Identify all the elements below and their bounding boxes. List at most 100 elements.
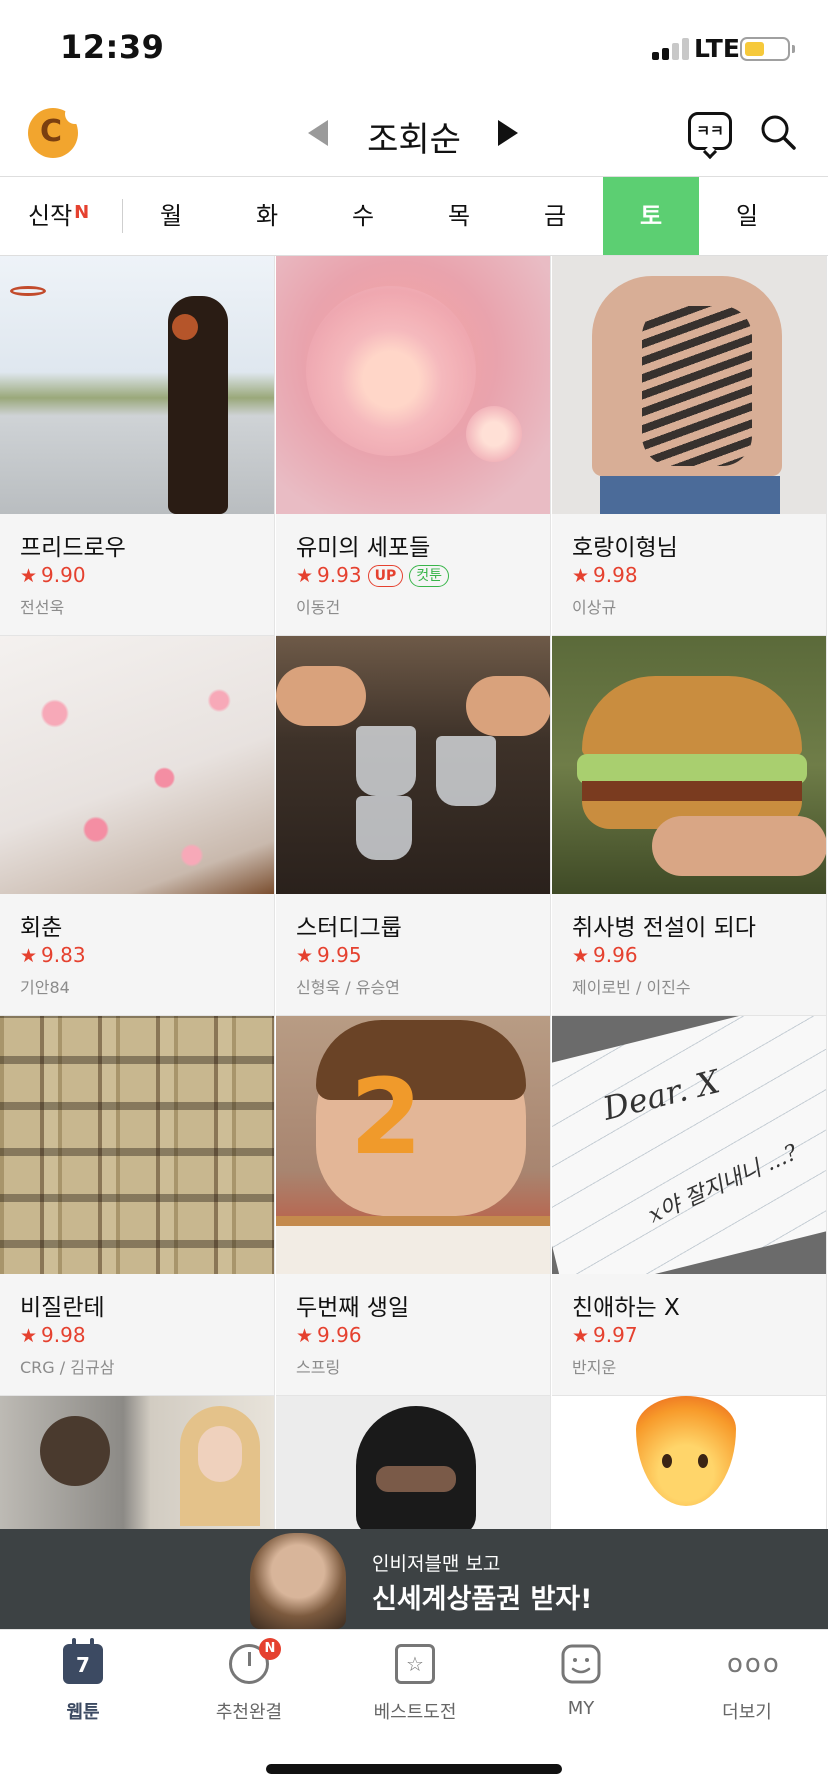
webtoon-title: 친애하는 X bbox=[572, 1295, 680, 1321]
tab-mon-next[interactable]: 월 bbox=[795, 177, 828, 255]
home-indicator[interactable] bbox=[266, 1764, 562, 1774]
ad-subtitle: 인비저블맨 보고 bbox=[372, 1553, 501, 1575]
webtoon-title: 호랑이형님 bbox=[572, 535, 678, 561]
webtoon-title: 두번째 생일 bbox=[296, 1295, 410, 1321]
webtoon-card[interactable]: 프리드로우 ★ 9.90 전선욱 bbox=[0, 256, 275, 636]
webtoon-card[interactable]: 회춘 ★ 9.83 기안84 bbox=[0, 636, 275, 1016]
star-icon: ★ bbox=[572, 1325, 590, 1347]
tab-tue[interactable]: 화 bbox=[219, 177, 315, 255]
webtoon-title: 취사병 전설이 되다 bbox=[572, 915, 756, 941]
star-icon: ★ bbox=[572, 565, 590, 587]
webtoon-rating: ★ 9.97 bbox=[572, 1323, 638, 1347]
new-badge: N bbox=[259, 1638, 281, 1660]
more-dots-icon: ooo bbox=[727, 1649, 781, 1679]
webtoon-card[interactable]: 취사병 전설이 되다 ★ 9.96 제이로빈 / 이진수 bbox=[552, 636, 827, 1016]
status-time: 12:39 bbox=[60, 28, 165, 66]
webtoon-rating: ★ 9.93 UP 컷툰 bbox=[296, 563, 449, 587]
star-icon: ★ bbox=[296, 565, 314, 587]
webtoon-thumbnail bbox=[0, 256, 274, 514]
webtoon-card[interactable]: 2 두번째 생일 ★ 9.96 스프링 bbox=[276, 1016, 551, 1396]
nav-recommended-completed[interactable]: N 추천완결 bbox=[166, 1630, 332, 1730]
webtoon-thumbnail: 2 bbox=[276, 1016, 550, 1274]
nav-best-challenge[interactable]: ☆ 베스트도전 bbox=[332, 1630, 498, 1730]
day-tabs: 신작N 월 화 수 목 금 토 일 월 bbox=[0, 176, 828, 256]
cuttoon-badge: 컷툰 bbox=[409, 565, 449, 587]
app-header: C 조회순 ㅋㅋ bbox=[0, 100, 828, 176]
webtoon-card[interactable]: 유미의 세포들 ★ 9.93 UP 컷툰 이동건 bbox=[276, 256, 551, 636]
webtoon-title: 프리드로우 bbox=[20, 535, 126, 561]
new-badge: N bbox=[74, 202, 90, 223]
webtoon-rating: ★ 9.96 bbox=[572, 943, 638, 967]
network-type: LTE bbox=[694, 34, 740, 63]
star-icon: ★ bbox=[572, 945, 590, 967]
webtoon-thumbnail bbox=[0, 1016, 274, 1274]
webtoon-author: 이상규 bbox=[572, 598, 617, 617]
tab-sat[interactable]: 토 bbox=[603, 177, 699, 255]
star-icon: ★ bbox=[20, 945, 38, 967]
ad-title: 신세계상품권 받자! bbox=[372, 1584, 593, 1615]
nav-label: 추천완결 bbox=[215, 1702, 283, 1723]
nav-label: MY bbox=[567, 1698, 595, 1719]
webtoon-card[interactable]: 호랑이형님 ★ 9.98 이상규 bbox=[552, 256, 827, 636]
webtoon-author: 반지운 bbox=[572, 1358, 617, 1377]
ad-banner[interactable]: 인비저블맨 보고 신세계상품권 받자! bbox=[0, 1529, 828, 1629]
tab-thu[interactable]: 목 bbox=[411, 177, 507, 255]
up-badge: UP bbox=[367, 565, 404, 587]
webtoon-card[interactable]: Dear. X x야 잘지내니 ...? 친애하는 X ★ 9.97 반지운 bbox=[552, 1016, 827, 1396]
webtoon-author: 전선욱 bbox=[20, 598, 65, 617]
webtoon-title: 스터디그룹 bbox=[296, 915, 402, 941]
nav-more[interactable]: ooo 더보기 bbox=[664, 1630, 828, 1730]
webtoon-thumbnail bbox=[552, 1396, 826, 1529]
smile-icon bbox=[561, 1644, 601, 1684]
tab-fri[interactable]: 금 bbox=[507, 177, 603, 255]
star-icon: ★ bbox=[296, 1325, 314, 1347]
webtoon-thumbnail bbox=[552, 256, 826, 514]
webtoon-thumbnail: Dear. X x야 잘지내니 ...? bbox=[552, 1016, 826, 1274]
tab-sun[interactable]: 일 bbox=[699, 177, 795, 255]
webtoon-thumbnail bbox=[276, 1396, 550, 1529]
webtoon-rating: ★ 9.98 bbox=[20, 1323, 86, 1347]
webtoon-author: 신형욱 / 유승연 bbox=[296, 978, 400, 997]
nav-label: 더보기 bbox=[722, 1702, 772, 1723]
webtoon-rating: ★ 9.95 bbox=[296, 943, 362, 967]
sort-title[interactable]: 조회순 bbox=[340, 112, 488, 161]
webtoon-card[interactable] bbox=[276, 1396, 551, 1529]
webtoon-card[interactable] bbox=[552, 1396, 827, 1529]
tab-new[interactable]: 신작 N bbox=[0, 177, 122, 255]
webtoon-author: 스프링 bbox=[296, 1358, 341, 1377]
webtoon-author: 이동건 bbox=[296, 598, 341, 617]
search-icon[interactable] bbox=[760, 114, 796, 150]
ad-portrait-image bbox=[250, 1533, 346, 1629]
webtoon-title: 비질란테 bbox=[20, 1295, 105, 1321]
webtoon-rating: ★ 9.90 bbox=[20, 563, 86, 587]
webtoon-grid: 프리드로우 ★ 9.90 전선욱 유미의 세포들 ★ 9.93 UP 컷툰 이동건 호랑… bbox=[0, 256, 828, 1529]
nav-webtoon[interactable]: 7 웹툰 bbox=[0, 1630, 166, 1730]
star-icon: ★ bbox=[20, 1325, 38, 1347]
webtoon-author: 제이로빈 / 이진수 bbox=[572, 978, 691, 997]
bottom-nav: 7 웹툰 N 추천완결 ☆ 베스트도전 MY ooo 더보기 bbox=[0, 1629, 828, 1729]
webtoon-rating: ★ 9.96 bbox=[296, 1323, 362, 1347]
tab-wed[interactable]: 수 bbox=[315, 177, 411, 255]
star-icon: ★ bbox=[296, 945, 314, 967]
nav-my[interactable]: MY bbox=[498, 1630, 664, 1730]
logo-letter: C bbox=[40, 114, 63, 149]
nav-label: 베스트도전 bbox=[373, 1702, 457, 1723]
nav-label: 웹툰 bbox=[66, 1702, 100, 1723]
birthday-candle-number: 2 bbox=[349, 1056, 423, 1178]
webtoon-title: 회춘 bbox=[20, 915, 63, 941]
webtoon-title: 유미의 세포들 bbox=[296, 535, 431, 561]
webtoon-author: CRG / 김규삼 bbox=[20, 1358, 115, 1377]
webtoon-card[interactable]: 스터디그룹 ★ 9.95 신형욱 / 유승연 bbox=[276, 636, 551, 1016]
sort-next-arrow-icon[interactable] bbox=[498, 120, 518, 146]
battery-icon bbox=[740, 37, 790, 61]
star-icon: ★ bbox=[20, 565, 38, 587]
sort-prev-arrow-icon[interactable] bbox=[308, 120, 328, 146]
webtoon-card[interactable]: 비질란테 ★ 9.98 CRG / 김규삼 bbox=[0, 1016, 275, 1396]
webtoon-rating: ★ 9.98 bbox=[572, 563, 638, 587]
webtoon-thumbnail bbox=[0, 1396, 274, 1529]
battery-tip bbox=[792, 45, 795, 53]
tab-new-label: 신작 bbox=[28, 202, 73, 230]
signal-strength-icon bbox=[652, 36, 690, 60]
tab-mon[interactable]: 월 bbox=[123, 177, 219, 255]
webtoon-card[interactable] bbox=[0, 1396, 275, 1529]
